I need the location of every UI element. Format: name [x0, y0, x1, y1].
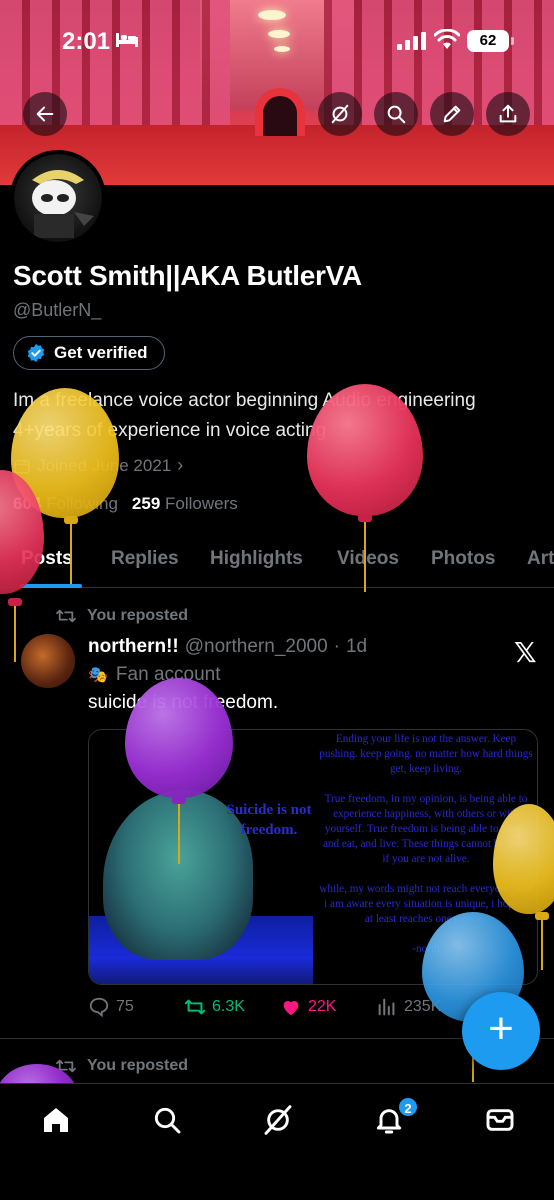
reply-count: 75	[116, 998, 134, 1015]
profile-tabs: Posts Replies Highlights Videos Photos A…	[0, 530, 554, 588]
post-author-username[interactable]: @northern_2000	[185, 636, 328, 658]
grok-button[interactable]	[318, 92, 362, 136]
wifi-icon	[434, 29, 460, 49]
post-author-avatar[interactable]	[21, 634, 75, 688]
arrow-left-icon	[36, 106, 54, 122]
back-button[interactable]	[23, 92, 67, 136]
repost-icon	[184, 999, 206, 1015]
home-icon	[44, 1108, 68, 1132]
media-caption: Suicide is not freedom.	[226, 802, 312, 838]
repost-button[interactable]: 6.3K	[184, 996, 245, 1018]
repost-icon	[56, 609, 76, 623]
tab-photos[interactable]: Photos	[431, 548, 495, 570]
get-verified-label: Get verified	[54, 343, 148, 362]
x-logo-icon: 𝕏	[514, 637, 537, 668]
grok-icon	[264, 1105, 292, 1135]
reply-icon	[89, 997, 109, 1018]
repost-label: You reposted	[87, 607, 189, 624]
nav-grok[interactable]	[262, 1104, 294, 1136]
heart-icon	[283, 1001, 299, 1016]
tab-art[interactable]: Art	[527, 548, 554, 570]
share-icon	[499, 104, 517, 123]
banner-arch	[255, 88, 305, 136]
profile-handle: @ButlerN_	[13, 300, 102, 320]
followers-count: 259	[131, 494, 161, 513]
profile-name: Scott Smith||AKA ButlerVA	[13, 260, 362, 291]
share-button[interactable]	[486, 92, 530, 136]
repost-indicator: You reposted	[55, 607, 188, 625]
tab-highlights[interactable]: Highlights	[210, 548, 303, 570]
avatar-character-image	[32, 170, 94, 238]
plus-icon: +	[488, 1004, 514, 1053]
repost-count: 6.3K	[212, 998, 245, 1015]
like-button[interactable]: 22K	[280, 996, 336, 1018]
nav-messages[interactable]	[484, 1104, 516, 1136]
repost-label: You reposted	[87, 1057, 189, 1074]
grok-icon	[331, 104, 349, 124]
verified-badge-icon	[27, 343, 45, 363]
profile-avatar[interactable]	[10, 150, 106, 246]
search-icon	[154, 1107, 181, 1134]
nav-home[interactable]	[40, 1104, 72, 1136]
post-actions: 75 6.3K 22K 235K	[88, 996, 488, 1020]
chevron-right-icon: ›	[177, 455, 184, 475]
get-verified-button[interactable]: Get verified	[13, 336, 165, 370]
status-bar: 2:01 62	[0, 0, 554, 84]
like-count: 22K	[308, 998, 337, 1015]
reply-button[interactable]: 75	[88, 996, 134, 1018]
sleep-icon	[116, 33, 138, 47]
post-time: 1d	[345, 636, 368, 657]
mail-icon	[486, 1109, 514, 1131]
pencil-icon	[443, 105, 461, 123]
compose-button[interactable]: +	[462, 992, 540, 1070]
followers-link[interactable]: 259 Followers	[132, 494, 238, 514]
active-tab-indicator	[20, 584, 82, 588]
post-meta-separator: ·	[333, 636, 340, 657]
nav-search[interactable]	[151, 1104, 183, 1136]
search-icon	[387, 105, 406, 124]
bottom-navigation	[0, 1083, 554, 1200]
battery-icon: 62	[467, 30, 514, 52]
status-time: 2:01	[62, 28, 111, 55]
followers-label: Followers	[165, 494, 238, 513]
repost-indicator: You reposted	[55, 1057, 188, 1075]
search-button[interactable]	[374, 92, 418, 136]
theater-masks-icon: 🎭	[88, 667, 108, 684]
tab-replies[interactable]: Replies	[111, 548, 179, 570]
bar-chart-icon	[378, 998, 395, 1016]
post-author-name[interactable]: northern!!	[88, 636, 179, 658]
tab-videos[interactable]: Videos	[337, 548, 399, 570]
cellular-signal-icon	[397, 32, 426, 50]
notifications-badge: 2	[397, 1096, 419, 1118]
edit-button[interactable]	[430, 92, 474, 136]
post-header: northern!! @northern_2000 · 1d	[88, 636, 367, 658]
